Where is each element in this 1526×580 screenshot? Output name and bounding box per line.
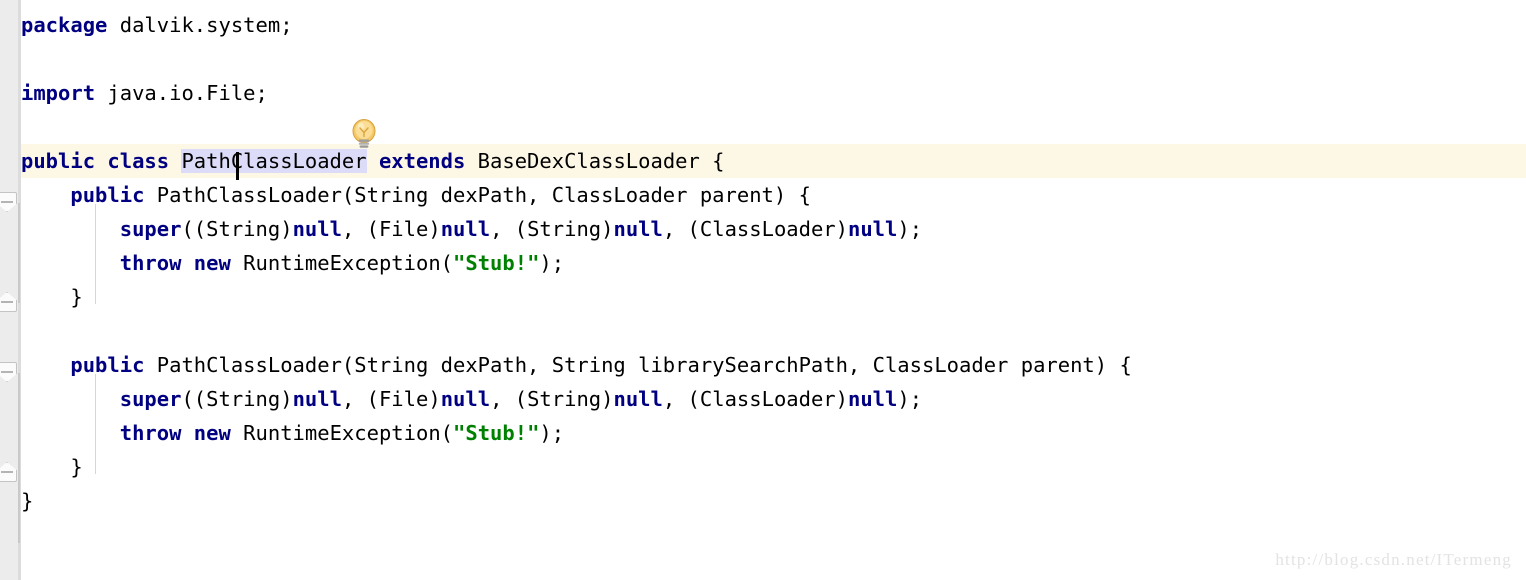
fold-rail [18, 373, 20, 473]
code-line[interactable]: } [21, 280, 1526, 314]
code-token: , (ClassLoader) [662, 387, 848, 411]
code-token: "Stub!" [453, 251, 540, 275]
code-token: ); [539, 251, 565, 275]
code-line[interactable]: public PathClassLoader(String dexPath, S… [21, 348, 1526, 382]
code-token: PathClassLoader(String dexPath, String l… [144, 353, 1132, 377]
watermark-text: http://blog.csdn.net/ITermeng [1275, 550, 1512, 569]
code-token: , (String) [490, 217, 614, 241]
code-token: public class [21, 149, 182, 173]
code-token: null [440, 387, 491, 411]
code-line[interactable] [21, 42, 1526, 76]
code-token: import [21, 81, 96, 105]
code-token: BaseDexClassLoader { [465, 149, 725, 173]
code-line[interactable]: throw new RuntimeException("Stub!"); [21, 416, 1526, 450]
fold-end-icon[interactable] [0, 292, 19, 314]
code-line[interactable]: } [21, 450, 1526, 484]
code-token: throw new [119, 251, 231, 275]
code-token: , (String) [490, 387, 614, 411]
code-token: ((String) [181, 217, 293, 241]
fold-minus-glyph [1, 471, 13, 473]
text-caret [236, 152, 239, 180]
code-token: RuntimeException( [230, 251, 454, 275]
code-token: RuntimeException( [230, 421, 454, 445]
code-line[interactable]: super((String)null, (File)null, (String)… [21, 212, 1526, 246]
code-token: dalvik.system; [107, 13, 293, 37]
code-line[interactable] [21, 314, 1526, 348]
code-line[interactable] [21, 110, 1526, 144]
editor-gutter[interactable] [0, 0, 18, 580]
code-content-area[interactable]: package dalvik.system; import java.io.Fil… [21, 0, 1526, 580]
code-token: package [21, 13, 108, 37]
code-token: null [440, 217, 491, 241]
fold-minus-glyph [1, 371, 13, 373]
code-token: null [848, 387, 898, 411]
code-line[interactable]: package dalvik.system; [21, 8, 1526, 42]
fold-minus-glyph [1, 301, 13, 303]
code-token: null [848, 217, 898, 241]
code-token: } [21, 455, 83, 479]
code-token: } [21, 285, 83, 309]
code-token: ); [539, 421, 565, 445]
code-token: throw new [119, 421, 231, 445]
code-token: ((String) [181, 387, 293, 411]
code-token: null [292, 217, 342, 241]
code-token: public [70, 353, 145, 377]
code-token: super [119, 387, 182, 411]
code-token: public [70, 183, 145, 207]
code-line[interactable]: } [21, 484, 1526, 518]
fold-end-icon[interactable] [0, 462, 19, 484]
code-token: } [21, 489, 34, 513]
code-token: ); [897, 217, 923, 241]
code-token: null [292, 387, 342, 411]
code-token: super [119, 217, 182, 241]
code-line[interactable]: super((String)null, (File)null, (String)… [21, 382, 1526, 416]
code-token: , (File) [341, 387, 441, 411]
fold-rail [18, 203, 20, 303]
code-token: ); [897, 387, 923, 411]
code-line[interactable]: throw new RuntimeException("Stub!"); [21, 246, 1526, 280]
code-token: null [613, 387, 663, 411]
code-token: "Stub!" [453, 421, 540, 445]
fold-collapse-icon[interactable] [0, 362, 19, 384]
code-token: null [613, 217, 663, 241]
fold-minus-glyph [1, 201, 13, 203]
fold-collapse-icon[interactable] [0, 192, 19, 214]
code-token: PathClassLoader(String dexPath, ClassLoa… [144, 183, 811, 207]
code-token: extends [378, 149, 466, 173]
code-line[interactable]: public PathClassLoader(String dexPath, C… [21, 178, 1526, 212]
code-token: , (ClassLoader) [662, 217, 848, 241]
code-editor: package dalvik.system; import java.io.Fil… [0, 0, 1526, 580]
code-token: , (File) [341, 217, 441, 241]
code-token: java.io.File; [95, 81, 268, 105]
code-line[interactable]: public class PathClassLoader extends Bas… [21, 144, 1526, 178]
highlighted-identifier: PathClassLoader [181, 149, 367, 173]
code-line[interactable]: import java.io.File; [21, 76, 1526, 110]
lightbulb-icon[interactable] [351, 119, 377, 149]
